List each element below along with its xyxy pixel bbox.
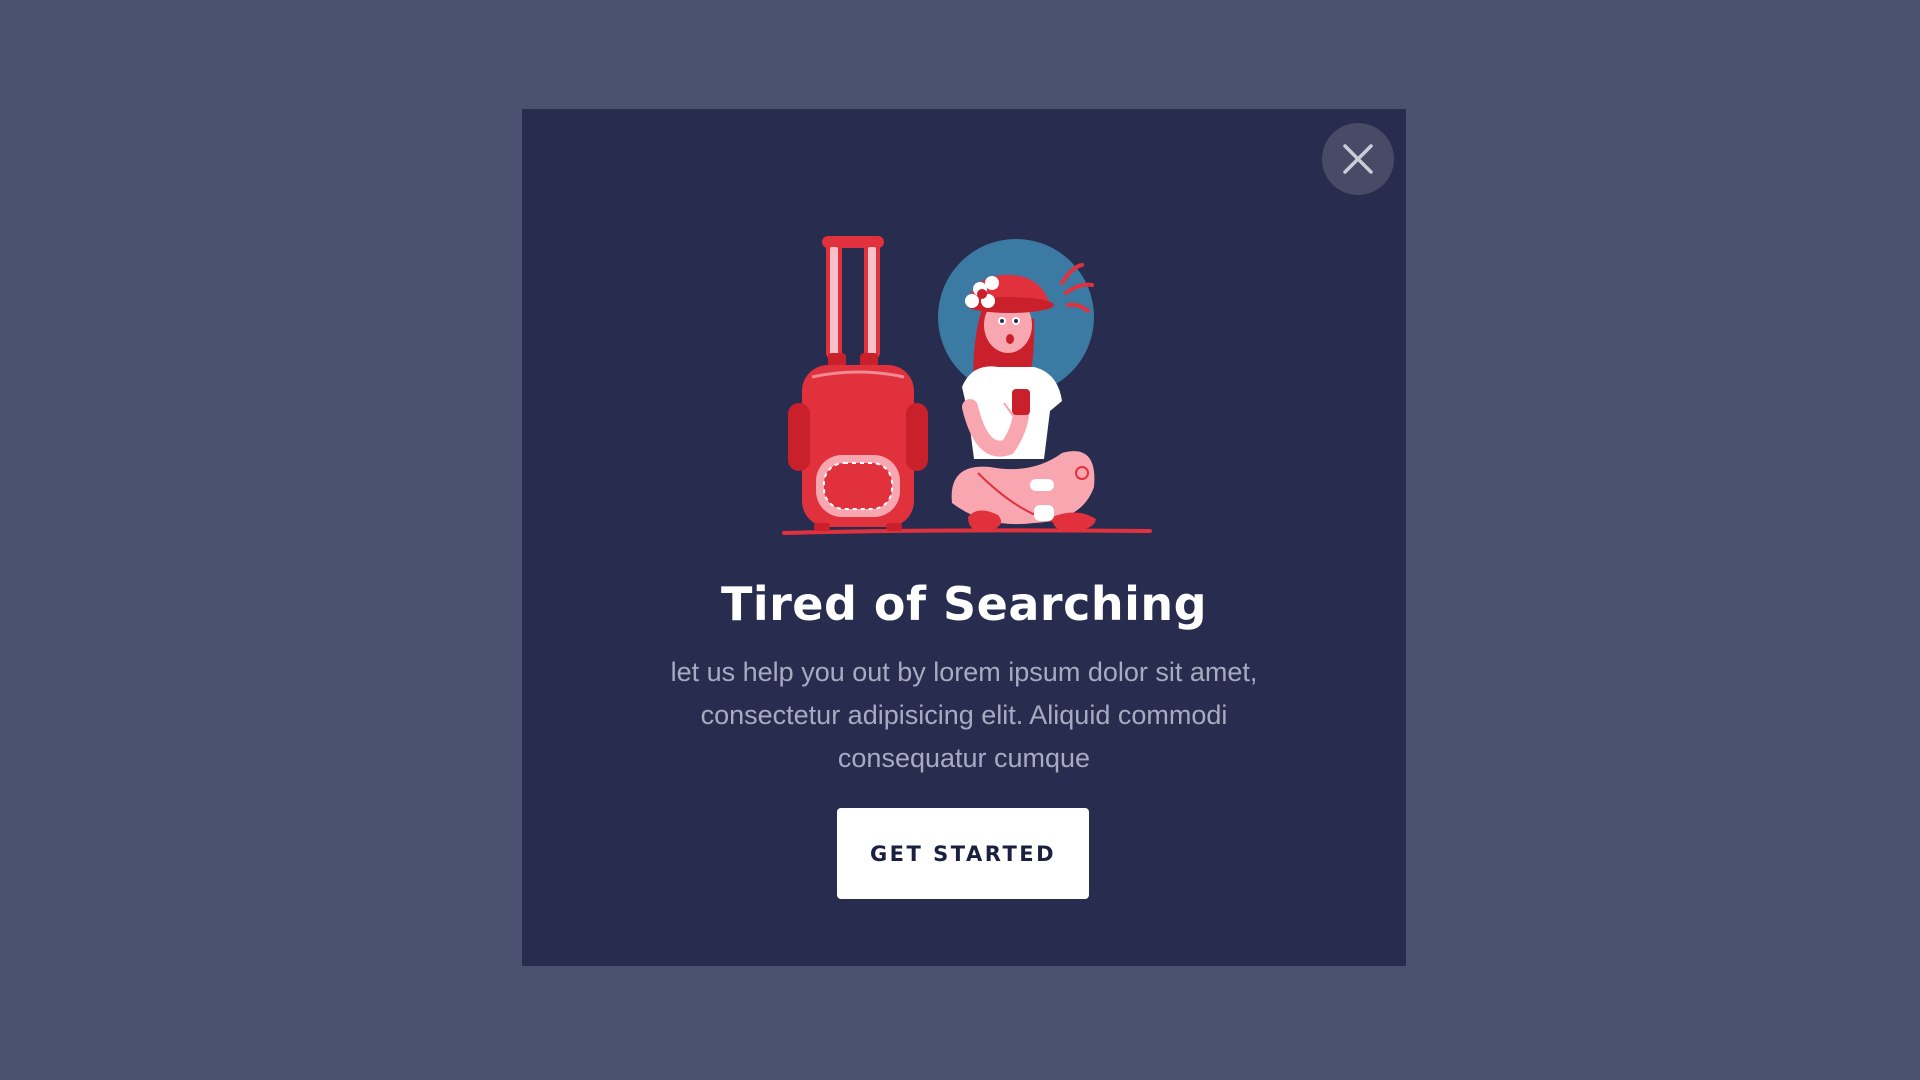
close-icon <box>1343 144 1373 174</box>
modal-title: Tired of Searching <box>720 577 1208 631</box>
close-button[interactable] <box>1322 123 1394 195</box>
page-backdrop[interactable]: Tired of Searching let us help you out b… <box>0 0 1920 1080</box>
promo-modal: Tired of Searching let us help you out b… <box>522 109 1406 966</box>
modal-description: let us help you out by lorem ipsum dolor… <box>670 657 1258 773</box>
traveler-with-suitcase-illustration <box>782 236 1152 535</box>
get-started-button[interactable]: GET STARTED <box>837 808 1089 899</box>
